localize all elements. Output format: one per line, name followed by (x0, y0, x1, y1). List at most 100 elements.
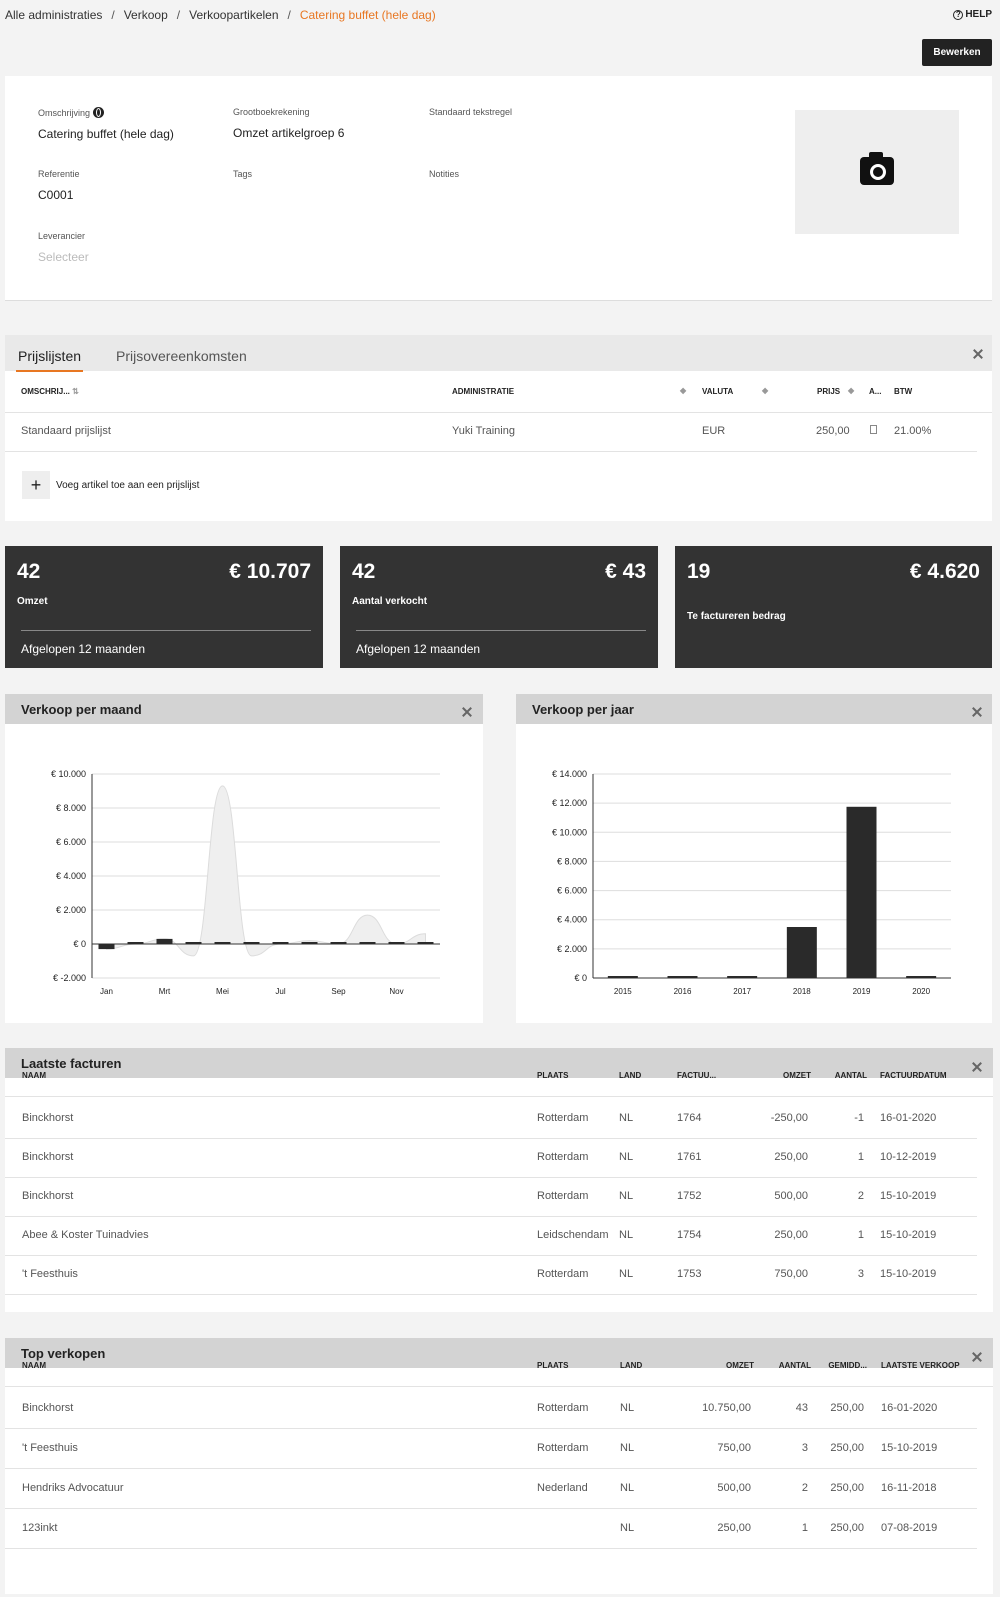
col-header-plaats[interactable]: PLAATS (537, 1071, 568, 1080)
breadcrumb-item-verkoopartikelen[interactable]: Verkoopartikelen (189, 8, 278, 22)
col-header-btw[interactable]: BTW (894, 387, 912, 396)
top-sales-row-omzet: 750,00 (717, 1442, 751, 1454)
field-leverancier: Leverancier Selecteer (38, 231, 89, 264)
col-header-prijs[interactable]: PRIJS (817, 387, 840, 396)
globe-icon[interactable] (93, 107, 105, 118)
leverancier-select[interactable]: Selecteer (38, 250, 89, 264)
top-sales-row-land: NL (620, 1482, 635, 1494)
add-to-pricelist-button[interactable]: + (22, 471, 50, 499)
col-header-laatste-verkoop[interactable]: LAATSTE VERKOOP (881, 1361, 960, 1370)
y-tick-label: € 6.000 (56, 837, 86, 847)
expand-icon[interactable] (971, 1351, 983, 1363)
col-header-omschrijving[interactable]: OMSCHRIJ... ⇅ (21, 387, 79, 396)
invoice-row-plaats: Rotterdam (537, 1190, 589, 1202)
bar (359, 942, 376, 944)
price-lists-card: Prijslijsten Prijsovereenkomsten OMSCHRI… (5, 335, 992, 521)
invoice-row-naam[interactable]: 't Feesthuis (22, 1268, 78, 1280)
col-header-factuur[interactable]: FACTUU... (677, 1071, 716, 1080)
y-tick-label: € -2.000 (53, 973, 86, 983)
expand-icon[interactable] (461, 706, 473, 718)
bar (98, 944, 115, 950)
leverancier-label: Leverancier (38, 231, 86, 241)
invoice-row-naam[interactable]: Binckhorst (22, 1190, 73, 1202)
invoice-row-naam[interactable]: Abee & Koster Tuinadvies (22, 1229, 149, 1241)
expand-icon[interactable] (971, 1061, 983, 1073)
invoice-row-plaats: Rotterdam (537, 1268, 589, 1280)
top-sales-row-land: NL (620, 1402, 635, 1414)
invoice-row-omzet: 500,00 (774, 1190, 808, 1202)
edit-button[interactable]: Bewerken (922, 39, 992, 66)
col-header-a[interactable]: A... (869, 387, 881, 396)
col-header-administratie[interactable]: ADMINISTRATIE (452, 387, 514, 396)
expand-icon[interactable] (971, 706, 983, 718)
kpi-count: 42 (352, 560, 376, 583)
bar (185, 942, 202, 944)
divider (5, 1386, 993, 1387)
bar (330, 942, 347, 944)
invoice-row-plaats: Rotterdam (537, 1151, 589, 1163)
breadcrumb-item-verkoop[interactable]: Verkoop (124, 8, 168, 22)
col-header-land[interactable]: LAND (620, 1361, 642, 1370)
col-header-omzet[interactable]: OMZET (783, 1071, 811, 1080)
kpi-amount: € 4.620 (909, 560, 980, 583)
top-sales-row-plaats: Nederland (537, 1482, 588, 1494)
help-link[interactable]: ? HELP (953, 9, 992, 20)
col-header-gemiddeld[interactable]: GEMIDD... (828, 1361, 867, 1370)
col-header-aantal[interactable]: AANTAL (835, 1071, 867, 1080)
invoice-row-naam[interactable]: Binckhorst (22, 1151, 73, 1163)
top-sales-row-aantal: 1 (801, 1522, 808, 1534)
price-row-administratie: Yuki Training (452, 425, 515, 437)
panel-header: Verkoop per maand (5, 694, 483, 724)
divider (21, 630, 311, 631)
top-sales-row-naam[interactable]: Hendriks Advocatuur (22, 1482, 124, 1494)
bar (786, 927, 817, 978)
invoice-row-land: NL (619, 1268, 634, 1280)
price-row-omschrijving[interactable]: Standaard prijslijst (21, 425, 111, 437)
top-sales-row-omzet: 500,00 (717, 1482, 751, 1494)
col-header-land[interactable]: LAND (619, 1071, 641, 1080)
sort-icon[interactable]: ◆ (848, 386, 854, 395)
expand-icon[interactable] (972, 348, 984, 360)
top-sales-row-naam[interactable]: Binckhorst (22, 1402, 73, 1414)
invoice-row-factuurdatum: 15-10-2019 (880, 1268, 937, 1280)
row-divider (5, 1468, 977, 1469)
tab-prijslijsten[interactable]: Prijslijsten (15, 348, 84, 372)
bar (667, 976, 698, 978)
invoice-row-aantal: 1 (857, 1229, 864, 1241)
top-sales-row-naam[interactable]: 't Feesthuis (22, 1442, 78, 1454)
breadcrumb-current: Catering buffet (hele dag) (299, 8, 436, 22)
invoice-row-naam[interactable]: Binckhorst (22, 1112, 73, 1124)
col-header-naam[interactable]: NAAM (22, 1071, 46, 1080)
col-header-plaats[interactable]: PLAATS (537, 1361, 568, 1370)
col-header-naam[interactable]: NAAM (22, 1361, 46, 1370)
add-to-pricelist-label[interactable]: Voeg artikel toe aan een prijslijst (56, 480, 199, 491)
panel-title: Verkoop per jaar (532, 702, 634, 717)
x-tick-label: 2017 (733, 987, 751, 996)
sort-icon[interactable]: ◆ (762, 386, 768, 395)
divider (356, 630, 646, 631)
col-header-omzet[interactable]: OMZET (726, 1361, 754, 1370)
omschrijving-label: Omschrijving (38, 108, 91, 118)
x-tick-label: 2018 (793, 987, 811, 996)
photo-upload[interactable] (795, 110, 959, 234)
sort-icon[interactable]: ◆ (680, 386, 686, 395)
price-row-prijs: 250,00 (816, 425, 850, 437)
top-sales-row-omzet: 250,00 (717, 1522, 751, 1534)
month-chart: € -2.000 € 0 € 2.000 € 4.000 € 6.000 € 8.000 €… (51, 769, 440, 996)
col-header-factuurdatum[interactable]: FACTUURDATUM (880, 1071, 947, 1080)
kpi-omzet: 42 € 10.707 Omzet Afgelopen 12 maanden (5, 546, 323, 668)
kpi-label: Aantal verkocht (352, 596, 428, 607)
top-sales-row-gemiddeld: 250,00 (830, 1482, 864, 1494)
price-row-checkbox[interactable] (870, 425, 877, 434)
col-header-valuta[interactable]: VALUTA (702, 387, 733, 396)
sort-icon: ⇅ (72, 387, 79, 396)
breadcrumb-item-administraties[interactable]: Alle administraties (5, 8, 102, 22)
top-sales-row-laatste-verkoop: 16-11-2018 (881, 1482, 937, 1494)
tab-prijsovereenkomsten[interactable]: Prijsovereenkomsten (116, 348, 247, 364)
top-sales-row-naam[interactable]: 123inkt (22, 1522, 57, 1534)
col-header-aantal[interactable]: AANTAL (779, 1361, 811, 1370)
x-tick-label: 2020 (912, 987, 930, 996)
invoice-row-factuur: 1754 (677, 1229, 702, 1241)
y-tick-label: € 0 (73, 939, 86, 949)
kpi-label: Te factureren bedrag (687, 611, 786, 622)
